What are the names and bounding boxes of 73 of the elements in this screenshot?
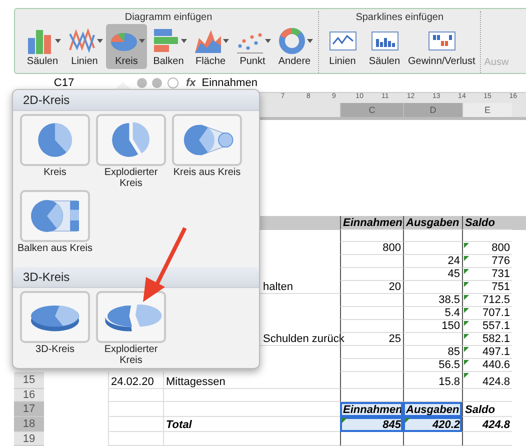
amount-text: 56.5 [438,359,460,371]
amount-text: 5.4 [444,307,460,319]
chart-option[interactable]: Kreis aus Kreis [169,114,245,188]
function-label[interactable]: fx [186,77,196,89]
exploded-pie-thumbnail-icon [96,114,166,166]
balance-text: 497.1 [482,346,510,358]
chart-type-button[interactable]: Punkt [232,24,273,69]
balance-text: 712.5 [482,294,510,306]
summary-label: Einnahmen [343,404,402,416]
formula-input[interactable]: Einnahmen [202,77,258,89]
row-number[interactable]: 18 [14,417,44,432]
row-number[interactable]: 19 [14,432,44,446]
description-text: halten [263,281,293,293]
amount-text: 45 [448,268,460,280]
balance-text: 557.1 [482,320,510,332]
pie-3d-thumbnail-icon [20,291,90,343]
amount-text: 150 [442,320,460,332]
balance-text: 440.6 [482,359,510,371]
chart-option[interactable]: Balken aus Kreis [17,190,93,264]
column-header[interactable]: E [462,103,512,117]
group-title: Diagramm einfügen [124,11,212,24]
chart-option[interactable]: Explodierter Kreis [93,114,169,188]
chart-type-button[interactable]: Säulen [364,24,405,69]
date-text: 24.02.20 [111,376,154,388]
amount-text: 24 [448,255,460,267]
balance-text: 582.1 [482,333,510,345]
chart-type-button[interactable]: Linien [322,24,363,69]
column-title: Saldo [465,217,495,229]
chart-type-button[interactable]: Kreis [106,24,147,69]
amount-text: 38.5 [438,294,460,306]
pie-of-pie-thumbnail-icon [172,114,242,166]
column-title: Ausgaben [406,217,460,229]
section-header: 2D-Kreis [13,90,259,111]
chart-type-button[interactable]: Gewinn/Verlust [406,24,478,69]
table-cell [108,432,163,446]
summary-label: Saldo [465,404,495,416]
total-label: Total [166,419,192,431]
amount-text: 800 [382,242,401,254]
amount-text: 15.8 [438,376,460,388]
amount-text: 85 [448,346,460,358]
column-title: Einnahmen [343,217,402,229]
chart-type-button[interactable]: Fläche [190,24,231,69]
bar-of-pie-thumbnail-icon [20,190,90,242]
name-box[interactable]: C17 [14,77,114,89]
chart-type-button[interactable]: Linien [64,24,105,69]
balance-text: 776 [492,255,510,267]
table-cell [108,402,163,417]
chart-type-button[interactable]: Säulen [22,24,63,69]
balance-text: 731 [492,268,510,280]
exploded-pie-3d-thumbnail-icon [96,291,166,343]
chart-option[interactable]: Explodierter Kreis [93,291,169,365]
amount-text: 25 [388,333,401,345]
pie-thumbnail-icon [20,114,90,166]
row-number[interactable]: 16 [14,389,44,402]
section-header: 3D-Kreis [13,267,259,288]
description-text: Mittagessen [166,376,226,388]
amount-text: 20 [388,281,401,293]
chart-type-button[interactable]: Balken [148,24,189,69]
balance-text: 800 [492,242,510,254]
row-number[interactable]: 17 [14,402,44,417]
summary-label: Ausgaben [406,404,460,416]
chart-option[interactable]: Kreis [17,114,93,188]
total-value: 420.2 [432,419,460,431]
balance-text: 707.1 [482,307,510,319]
chart-type-button[interactable]: Andere [274,24,315,69]
total-value: 424.8 [482,419,510,431]
balance-text: 424.8 [482,376,510,388]
donut-chart-icon [276,26,306,56]
group-title: Sparklines einfügen [356,11,444,24]
total-value: 845 [382,419,401,431]
chart-option[interactable]: 3D-Kreis [17,291,93,365]
row-number[interactable]: 15 [14,372,44,389]
balance-text: 751 [492,281,510,293]
